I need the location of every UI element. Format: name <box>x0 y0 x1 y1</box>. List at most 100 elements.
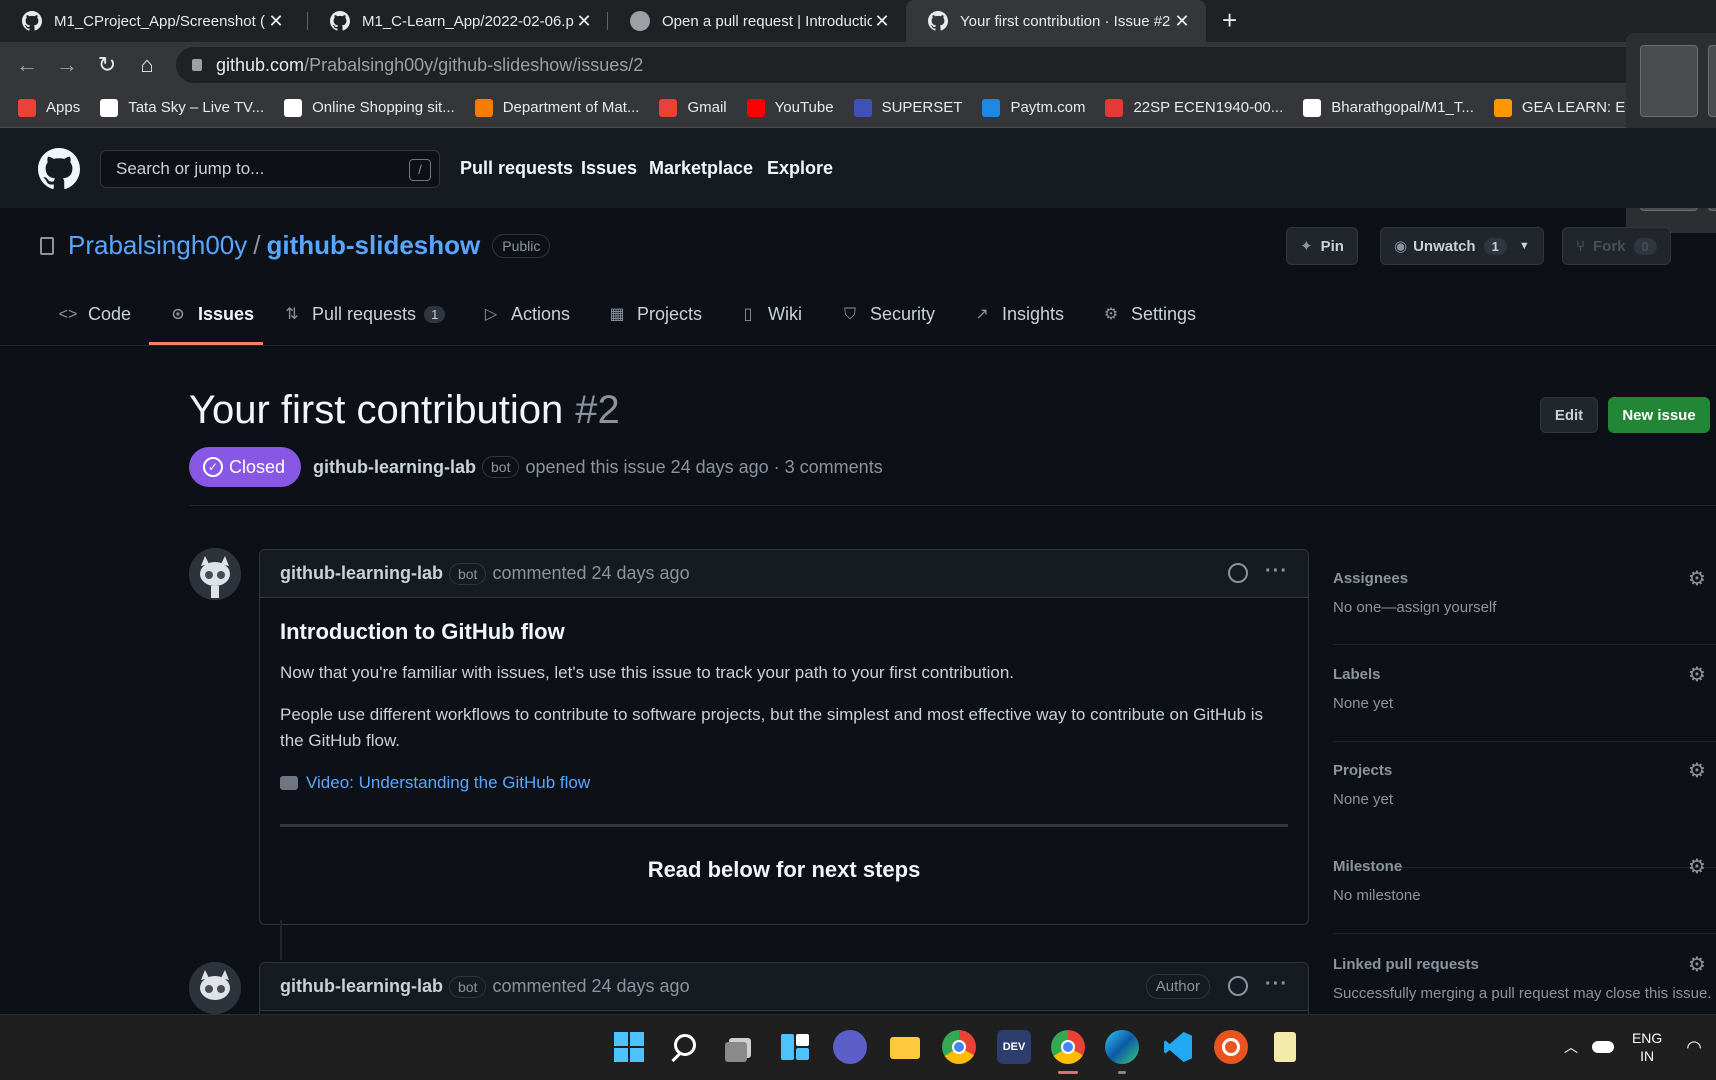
bookmark-item[interactable]: Gmail <box>659 98 727 117</box>
notepad-icon[interactable] <box>1268 1030 1302 1064</box>
smiley-icon[interactable] <box>1228 976 1248 996</box>
wifi-icon[interactable]: ◠ <box>1686 1037 1702 1058</box>
tab-pull-requests[interactable]: ⇅ Pull requests 1 <box>282 304 446 325</box>
chevron-up-icon[interactable]: ︿ <box>1564 1037 1578 1057</box>
teams-chat-icon[interactable] <box>833 1030 867 1064</box>
search-input[interactable]: Search or jump to... / <box>100 150 440 188</box>
url-input[interactable]: github.com/Prabalsingh00y/github-slidesh… <box>176 47 1716 83</box>
graph-icon: ↗ <box>975 305 989 323</box>
gear-icon[interactable]: ⚙ <box>1686 760 1708 782</box>
onedrive-cloud-icon[interactable] <box>1591 1041 1614 1053</box>
nav-explore[interactable]: Explore <box>767 158 833 179</box>
gear-icon[interactable]: ⚙ <box>1686 856 1708 878</box>
tab-security[interactable]: ⛉ Security <box>840 304 935 325</box>
kebab-menu-icon[interactable]: ··· <box>1265 560 1288 583</box>
bookmark-item[interactable]: Apps <box>18 98 80 117</box>
nav-issues[interactable]: Issues <box>581 158 637 179</box>
issue-author-link[interactable]: github-learning-lab <box>313 457 476 478</box>
bookmark-label: Department of Mat... <box>502 99 640 116</box>
tab-issues[interactable]: ⊙ Issues <box>168 304 254 325</box>
sidebar-heading: Assignees <box>1333 570 1409 587</box>
back-arrow-icon[interactable]: ← <box>14 52 40 78</box>
sidebar-value: Successfully merging a pull request may … <box>1333 985 1712 1002</box>
tab-wiki[interactable]: ▯ Wiki <box>738 304 802 325</box>
home-icon[interactable]: ⌂ <box>134 52 160 78</box>
close-icon[interactable]: ✕ <box>872 11 892 32</box>
edge-icon[interactable] <box>1105 1030 1139 1064</box>
tab-actions[interactable]: ▷ Actions <box>481 304 570 325</box>
widgets-icon[interactable] <box>778 1030 812 1064</box>
tab-count: 1 <box>424 306 446 323</box>
bookmark-item[interactable]: 22SP ECEN1940-00... <box>1105 98 1283 117</box>
repo-title: Prabalsingh00y / github-slideshow Public <box>40 230 551 261</box>
search-icon[interactable] <box>668 1030 702 1064</box>
close-icon[interactable]: ✕ <box>1172 11 1192 32</box>
bookmark-item[interactable]: Paytm.com <box>982 98 1085 117</box>
language-indicator[interactable]: ENG IN <box>1632 1029 1662 1065</box>
tab-label: Settings <box>1131 304 1197 324</box>
browser-tab-active[interactable]: Your first contribution · Issue #2 · ✕ <box>906 0 1206 42</box>
smiley-icon[interactable] <box>1228 563 1248 583</box>
dev-cpp-icon[interactable]: DEV <box>997 1030 1031 1064</box>
vscode-icon[interactable] <box>1160 1030 1194 1064</box>
forward-arrow-icon[interactable]: → <box>54 52 80 78</box>
nav-pull-requests[interactable]: Pull requests <box>460 158 573 179</box>
bot-badge: bot <box>482 456 520 478</box>
chrome-profile-icon[interactable] <box>1051 1030 1085 1064</box>
tab-projects[interactable]: ▦ Projects <box>607 304 702 325</box>
bookmark-item[interactable]: Tata Sky – Live TV... <box>100 98 264 117</box>
unwatch-button[interactable]: ◉ Unwatch 1 ▼ <box>1380 227 1544 265</box>
pin-label: Pin <box>1320 237 1344 255</box>
bookmark-item[interactable]: Bharathgopal/M1_T... <box>1303 98 1474 117</box>
search-placeholder: Search or jump to... <box>116 159 265 178</box>
video-link[interactable]: Video: Understanding the GitHub flow <box>280 770 1288 796</box>
browser-tab[interactable]: M1_CProject_App/Screenshot (13 ✕ <box>0 0 300 42</box>
bookmark-item[interactable]: Department of Mat... <box>474 98 640 117</box>
gear-icon[interactable]: ⚙ <box>1686 568 1708 590</box>
close-icon[interactable]: ✕ <box>266 11 286 32</box>
file-explorer-icon[interactable] <box>888 1030 922 1064</box>
ubuntu-icon[interactable] <box>1214 1030 1248 1064</box>
tab-insights[interactable]: ↗ Insights <box>972 304 1064 325</box>
tab-settings[interactable]: ⚙ Settings <box>1101 304 1196 325</box>
browser-tab[interactable]: Open a pull request | Introductio ✕ <box>608 0 906 42</box>
avatar[interactable] <box>189 962 241 1014</box>
comment-timestamp[interactable]: commented 24 days ago <box>492 563 689 584</box>
bookmark-item[interactable]: Online Shopping sit... <box>284 98 455 117</box>
avatar[interactable] <box>189 548 241 600</box>
tab-code[interactable]: <> Code <box>58 304 131 325</box>
comment-author-link[interactable]: github-learning-lab <box>280 976 443 997</box>
tab-title: M1_CProject_App/Screenshot (13 <box>54 12 266 30</box>
task-view-icon[interactable] <box>723 1030 757 1064</box>
repo-owner-link[interactable]: Prabalsingh00y <box>68 230 247 261</box>
windows-start-icon[interactable] <box>612 1030 646 1064</box>
issue-meta-text: opened this issue 24 days ago · 3 commen… <box>525 456 883 477</box>
bookmark-item[interactable]: YouTube <box>746 98 834 117</box>
comment-timestamp[interactable]: commented 24 days ago <box>492 976 689 997</box>
pin-button[interactable]: ✦ Pin <box>1286 227 1358 265</box>
chrome-icon[interactable] <box>942 1030 976 1064</box>
sidebar-value[interactable]: No one—assign yourself <box>1333 599 1716 616</box>
bookmark-item[interactable]: SUPERSET <box>853 98 962 117</box>
comment-author-link[interactable]: github-learning-lab <box>280 563 443 584</box>
gear-icon[interactable]: ⚙ <box>1686 954 1708 976</box>
visibility-badge: Public <box>492 233 551 258</box>
tata-sky-icon <box>100 98 119 117</box>
sidebar-heading: Labels <box>1333 666 1381 683</box>
gear-icon[interactable]: ⚙ <box>1686 664 1708 686</box>
repo-name-link[interactable]: github-slideshow <box>266 230 480 261</box>
n-logo-icon <box>1105 98 1124 117</box>
close-icon[interactable]: ✕ <box>574 11 594 32</box>
github-logo-icon[interactable] <box>38 148 80 190</box>
fork-button[interactable]: ⑂ Fork 0 <box>1562 227 1671 265</box>
nav-marketplace[interactable]: Marketplace <box>649 158 753 179</box>
tab-label: Pull requests <box>312 304 417 324</box>
preview-thumbnail[interactable] <box>1708 45 1716 117</box>
preview-thumbnail[interactable] <box>1640 45 1698 117</box>
reload-icon[interactable]: ↻ <box>94 52 120 78</box>
edit-button[interactable]: Edit <box>1540 397 1598 433</box>
new-tab-button[interactable]: + <box>1222 7 1237 33</box>
browser-tab[interactable]: M1_C-Learn_App/2022-02-06.pn ✕ <box>308 0 608 42</box>
new-issue-button[interactable]: New issue <box>1608 397 1710 433</box>
kebab-menu-icon[interactable]: ··· <box>1265 973 1288 996</box>
